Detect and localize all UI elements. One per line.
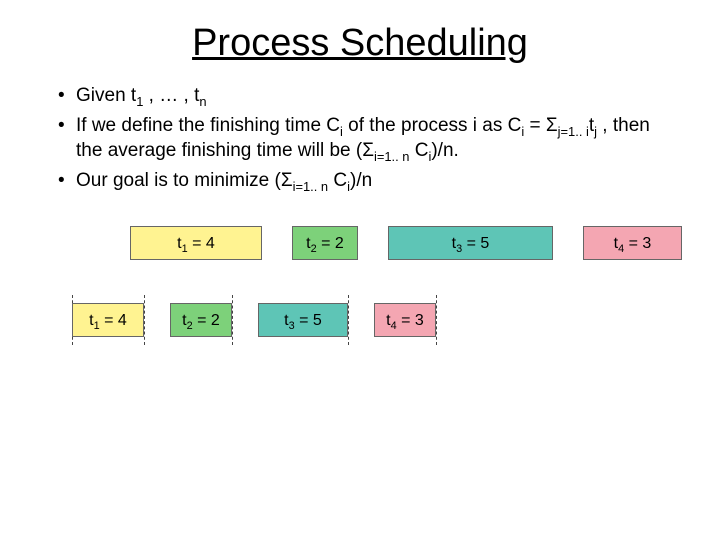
page-title: Process Scheduling — [0, 22, 720, 65]
dash-line — [436, 295, 437, 345]
diagram-row-2: t1 = 4 t2 = 2 t3 = 5 t4 = 3 — [0, 299, 720, 359]
dash-line — [348, 295, 349, 345]
bullet-2: If we define the finishing time Ci of th… — [58, 113, 680, 164]
box-t2-row2: t2 = 2 — [170, 303, 232, 337]
box-t4-row1: t4 = 3 — [583, 226, 682, 260]
bullet-list: Given t1 , … , tn If we define the finis… — [58, 83, 680, 194]
bullet-3: Our goal is to minimize (Σi=1.. n Ci)/n — [58, 168, 680, 194]
diagram-row-1: t1 = 4 t2 = 2 t3 = 5 t4 = 3 — [0, 222, 720, 282]
box-t3-row2: t3 = 5 — [258, 303, 348, 337]
box-t1-row2: t1 = 4 — [72, 303, 144, 337]
box-t4-row2: t4 = 3 — [374, 303, 436, 337]
box-t2-row1: t2 = 2 — [292, 226, 358, 260]
dash-line — [232, 295, 233, 345]
diagram-area: t1 = 4 t2 = 2 t3 = 5 t4 = 3 t1 = 4 t2 = … — [0, 204, 720, 404]
box-t1-row1: t1 = 4 — [130, 226, 262, 260]
dash-line — [144, 295, 145, 345]
bullet-1: Given t1 , … , tn — [58, 83, 680, 109]
box-t3-row1: t3 = 5 — [388, 226, 553, 260]
